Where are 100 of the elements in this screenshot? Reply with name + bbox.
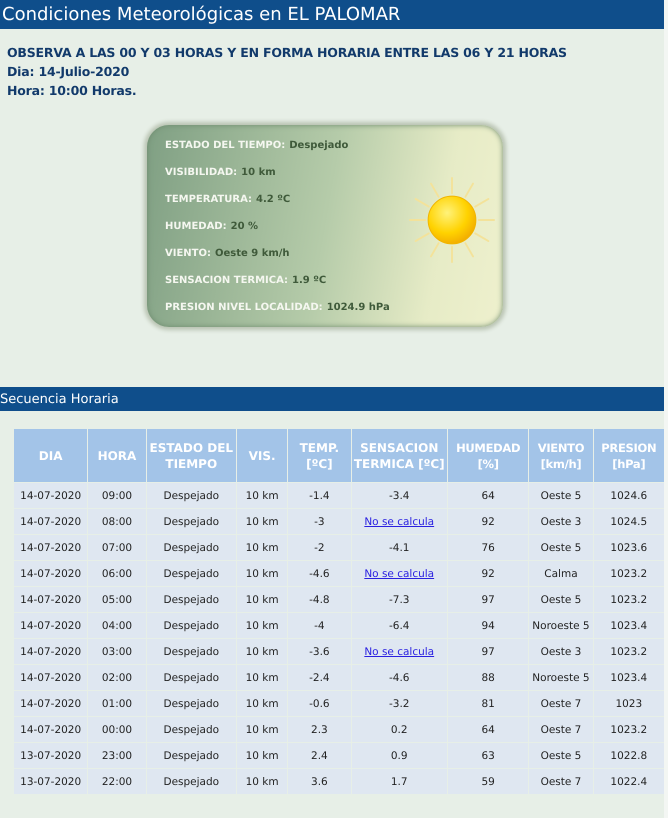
info-text: Dia: 14-Julio-2020 [7, 64, 130, 80]
table-cell: 1023.2 [594, 587, 664, 612]
column-header: HORA [88, 429, 146, 482]
table-cell: 1024.5 [594, 509, 664, 534]
table-cell: 10 km [237, 691, 288, 716]
table-cell: 10 km [237, 535, 288, 560]
table-cell: -4 [288, 613, 351, 638]
table-cell: 2.3 [288, 717, 351, 742]
table-cell: 14-07-2020 [14, 691, 88, 716]
table-cell: Oeste 5 [529, 743, 593, 768]
table-cell: 1024.6 [594, 483, 664, 508]
column-header: SENSACION TERMICA [ºC] [352, 429, 447, 482]
table-cell: -3 [288, 509, 351, 534]
table-cell: -0.6 [288, 691, 351, 716]
table-cell: 81 [448, 691, 528, 716]
field-label: HUMEDAD: [165, 220, 227, 234]
table-cell: Oeste 7 [529, 717, 593, 742]
table-cell: 1023 [594, 691, 664, 716]
table-cell: 94 [448, 613, 528, 638]
table-cell: Noroeste 5 [529, 613, 593, 638]
table-cell: 1.7 [352, 769, 447, 794]
table-cell: Despejado [146, 743, 236, 768]
column-header: PRESION [hPa] [594, 429, 664, 482]
table-cell: Oeste 5 [529, 587, 593, 612]
table-cell: Despejado [146, 769, 236, 794]
sun-icon [409, 177, 495, 263]
page-title: Condiciones Meteorológicas en EL PALOMAR [2, 4, 400, 25]
table-cell: Despejado [146, 561, 236, 586]
table-cell: 10 km [237, 509, 288, 534]
table-cell: Calma [529, 561, 593, 586]
table-cell: 76 [448, 535, 528, 560]
table-cell: 1023.2 [594, 561, 664, 586]
table-cell: 0.2 [352, 717, 447, 742]
table-cell: -4.8 [288, 587, 351, 612]
table-cell: Despejado [146, 613, 236, 638]
table-cell: -2.4 [288, 665, 351, 690]
table-cell: -6.4 [352, 613, 447, 638]
table-cell: 10 km [237, 483, 288, 508]
table-cell: -4.1 [352, 535, 447, 560]
field-value: 1024.9 hPa [326, 300, 390, 314]
table-cell: 10 km [237, 613, 288, 638]
column-header: VIS. [237, 429, 288, 482]
field-label: PRESION NIVEL LOCALIDAD: [165, 300, 323, 314]
column-header: HUMEDAD [%] [448, 429, 528, 482]
table-cell: Despejado [146, 665, 236, 690]
table-cell: 13-07-2020 [14, 743, 88, 768]
table-cell: 92 [448, 561, 528, 586]
table-cell: 10 km [237, 639, 288, 664]
table-cell: Oeste 7 [529, 691, 593, 716]
table-cell: 00:00 [88, 717, 146, 742]
field-label: ESTADO DEL TIEMPO: [165, 138, 286, 152]
table-cell: -4.6 [288, 561, 351, 586]
field-label: TEMPERATURA: [165, 192, 252, 206]
table-cell: Despejado [146, 483, 236, 508]
table-cell: 23:00 [88, 743, 146, 768]
column-header: TEMP. [ºC] [288, 429, 351, 482]
table-cell: -4.6 [352, 665, 447, 690]
info-text: OBSERVA A LAS 00 Y 03 HORAS Y EN FORMA HORARIA ENTRE LAS 06 Y 21 HORAS [7, 45, 568, 61]
table-cell: Despejado [146, 509, 236, 534]
table-cell: 14-07-2020 [14, 613, 88, 638]
table-cell: 88 [448, 665, 528, 690]
field-value: Despejado [289, 138, 348, 152]
column-header: ESTADO DEL TIEMPO [146, 429, 236, 482]
table-cell: Despejado [146, 587, 236, 612]
table-cell: 1022.8 [594, 743, 664, 768]
table-cell: Oeste 3 [529, 639, 593, 664]
table-cell: -3.4 [352, 483, 447, 508]
table-cell: 04:00 [88, 613, 146, 638]
table-cell: Oeste 7 [529, 769, 593, 794]
table-cell: 1023.2 [594, 639, 664, 664]
table-cell: 13-07-2020 [14, 769, 88, 794]
table-cell: 64 [448, 483, 528, 508]
table-cell: 14-07-2020 [14, 483, 88, 508]
table-cell: 14-07-2020 [14, 717, 88, 742]
table-cell: 08:00 [88, 509, 146, 534]
table-cell: Noroeste 5 [529, 665, 593, 690]
table-cell: Oeste 5 [529, 483, 593, 508]
column-header: DIA [14, 429, 88, 482]
table-cell: 01:00 [88, 691, 146, 716]
table-cell: 09:00 [88, 483, 146, 508]
table-cell: Oeste 3 [529, 509, 593, 534]
field-label: VIENTO: [165, 246, 211, 260]
table-cell: 14-07-2020 [14, 561, 88, 586]
table-cell: -7.3 [352, 587, 447, 612]
field-value: 20 % [230, 220, 258, 234]
table-cell: Despejado [146, 691, 236, 716]
table-cell: 63 [448, 743, 528, 768]
field-value: 1.9 ºC [292, 274, 326, 288]
section-title: Secuencia Horaria [0, 392, 119, 406]
table-cell: 1022.4 [594, 769, 664, 794]
table-cell: 2.4 [288, 743, 351, 768]
field-label: VISIBILIDAD: [165, 166, 238, 180]
table-cell: 03:00 [88, 639, 146, 664]
table-cell: 1023.2 [594, 717, 664, 742]
table-cell: Oeste 5 [529, 535, 593, 560]
table-cell: 22:00 [88, 769, 146, 794]
table-cell: Despejado [146, 717, 236, 742]
table-cell: 1023.4 [594, 613, 664, 638]
table-cell: 06:00 [88, 561, 146, 586]
table-cell: 97 [448, 639, 528, 664]
